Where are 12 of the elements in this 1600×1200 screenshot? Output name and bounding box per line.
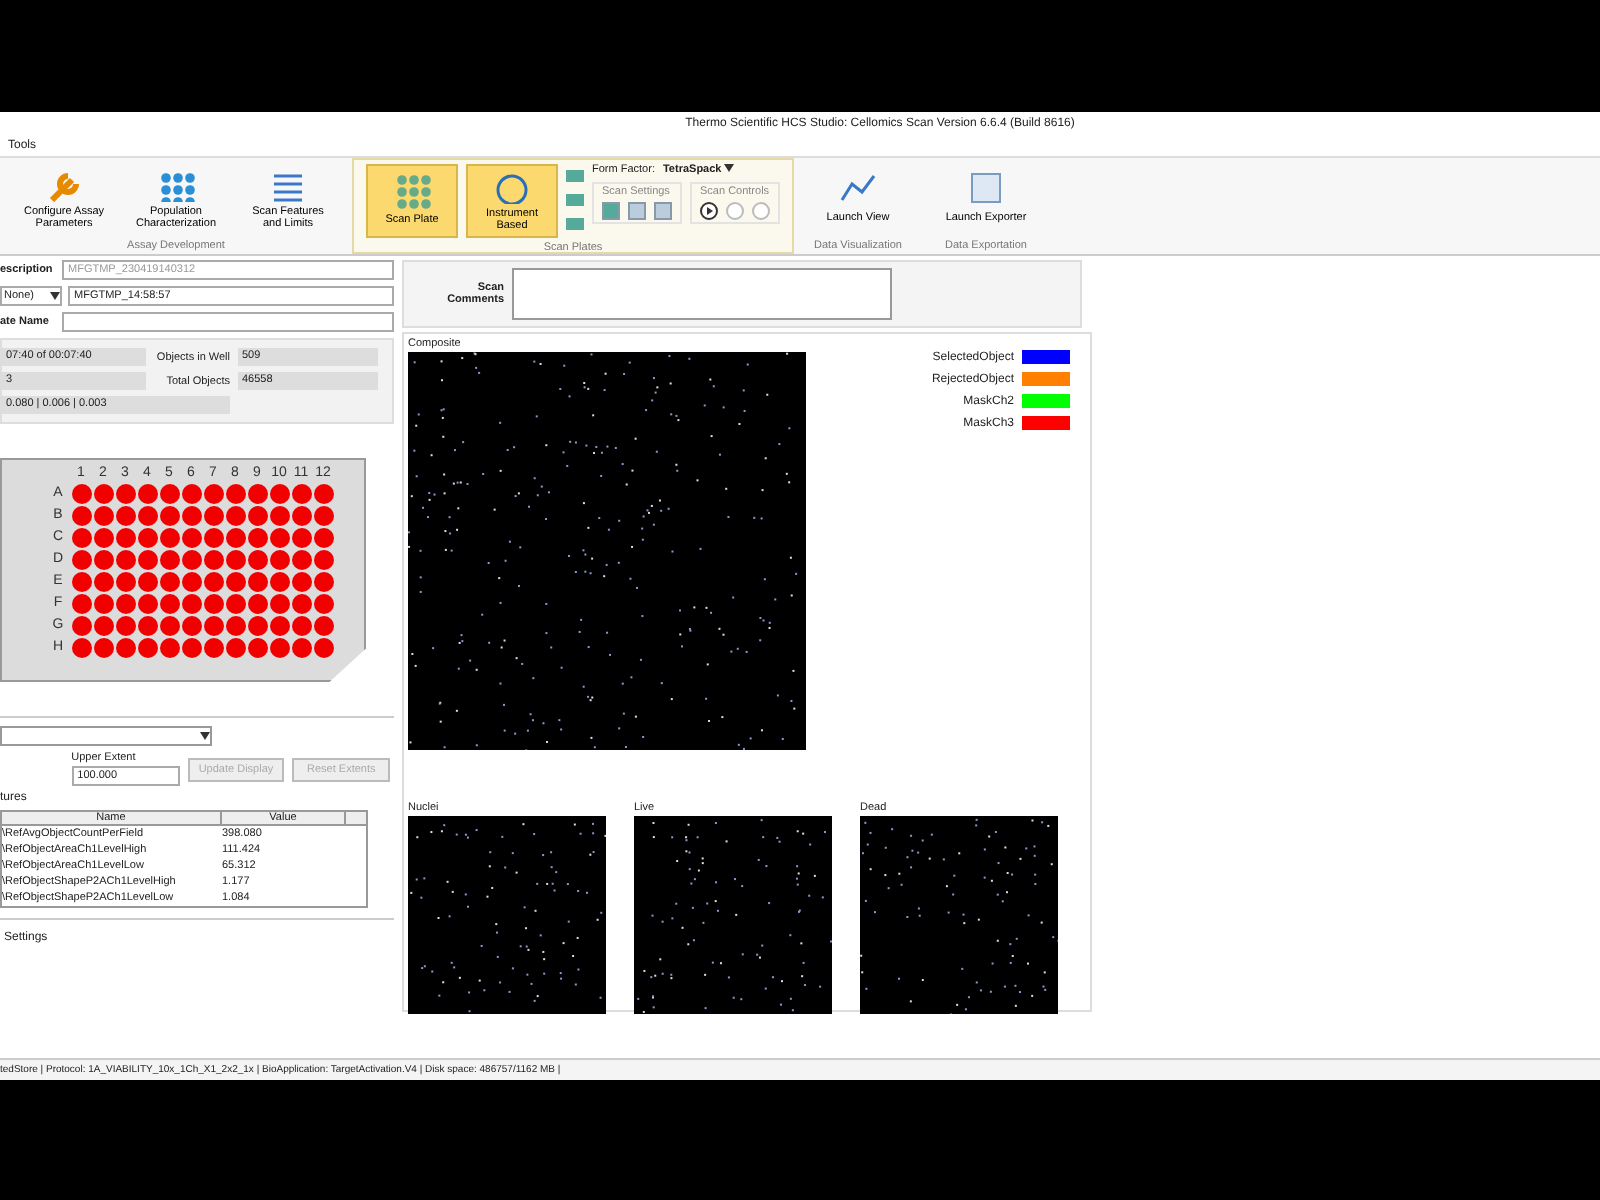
wrench-icon (44, 168, 84, 202)
export-icon (966, 168, 1006, 208)
feature-dropdown[interactable] (0, 726, 212, 746)
plate-name-field[interactable] (62, 312, 394, 332)
caret-icon (200, 732, 210, 740)
grid-icon (156, 168, 196, 202)
play-icon[interactable] (700, 202, 718, 220)
caret-icon (724, 164, 735, 172)
caret-icon (50, 292, 60, 300)
plate-icon (392, 170, 432, 210)
scan-comments-field[interactable] (512, 268, 892, 320)
gauge-icon (492, 170, 532, 204)
